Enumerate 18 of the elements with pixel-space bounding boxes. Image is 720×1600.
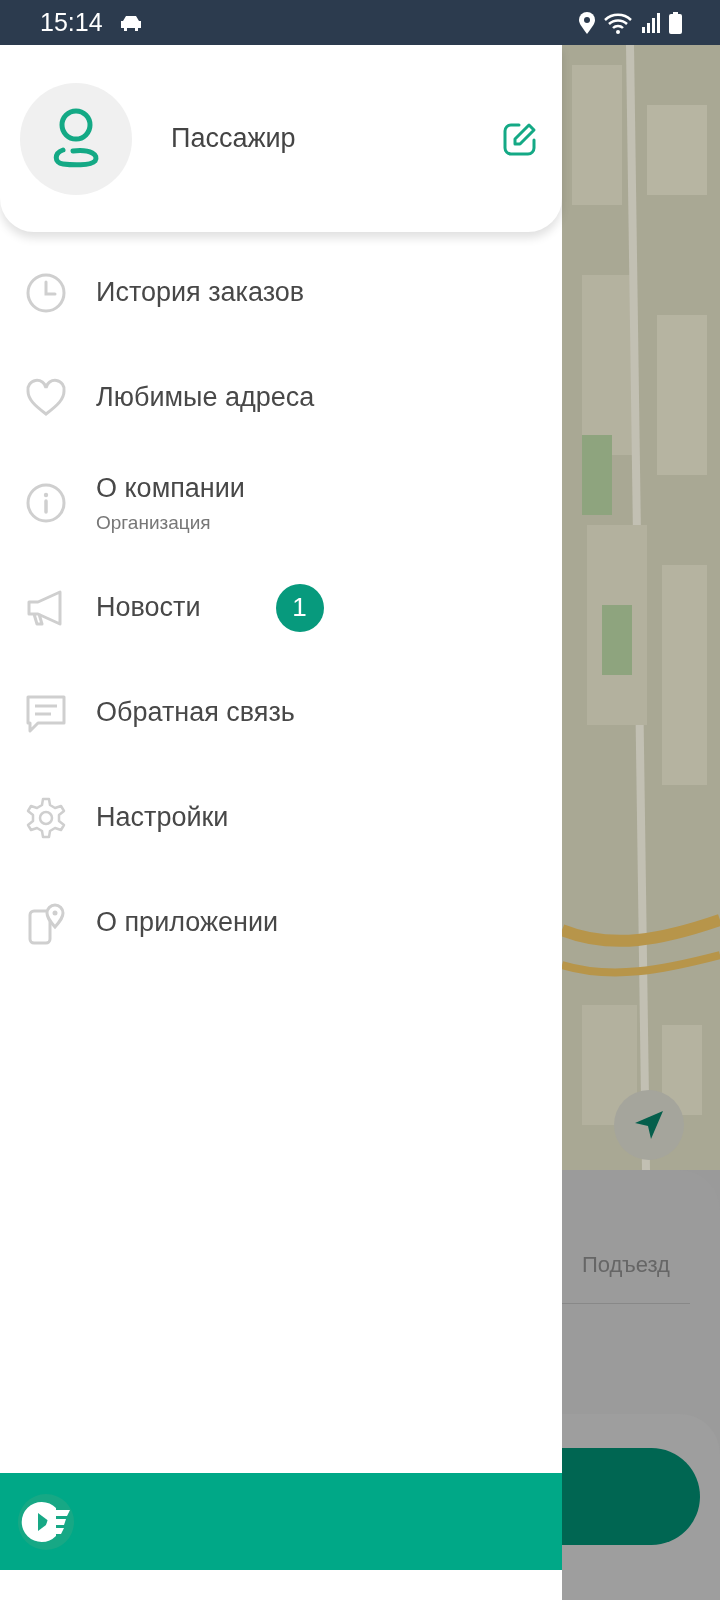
menu-item-label: О приложении bbox=[96, 906, 279, 940]
menu-item[interactable]: История заказов bbox=[0, 240, 562, 345]
menu-item[interactable]: Настройки bbox=[0, 765, 562, 870]
count-badge: 1 bbox=[275, 583, 324, 632]
menu-item-label: Новости bbox=[96, 591, 201, 625]
menu-item-label: Любимые адреса bbox=[96, 381, 315, 415]
menu-item[interactable]: Обратная связь bbox=[0, 660, 562, 765]
status-time: 15:14 bbox=[40, 6, 103, 38]
menu-item-label: Настройки bbox=[96, 801, 229, 835]
menu-item-subtitle: Организация bbox=[96, 510, 212, 535]
menu-item[interactable]: О приложении bbox=[0, 870, 562, 975]
menu-item-label: О компании bbox=[96, 472, 245, 505]
menu-item-label: История заказов bbox=[96, 276, 305, 310]
profile-name: Пассажир bbox=[171, 122, 296, 156]
menu-item-label: Обратная связь bbox=[96, 696, 295, 730]
menu-item[interactable]: Новости 1 bbox=[0, 555, 562, 660]
menu-item[interactable]: Любимые адреса bbox=[0, 345, 562, 450]
menu-item[interactable]: О компании Организация bbox=[0, 450, 562, 555]
